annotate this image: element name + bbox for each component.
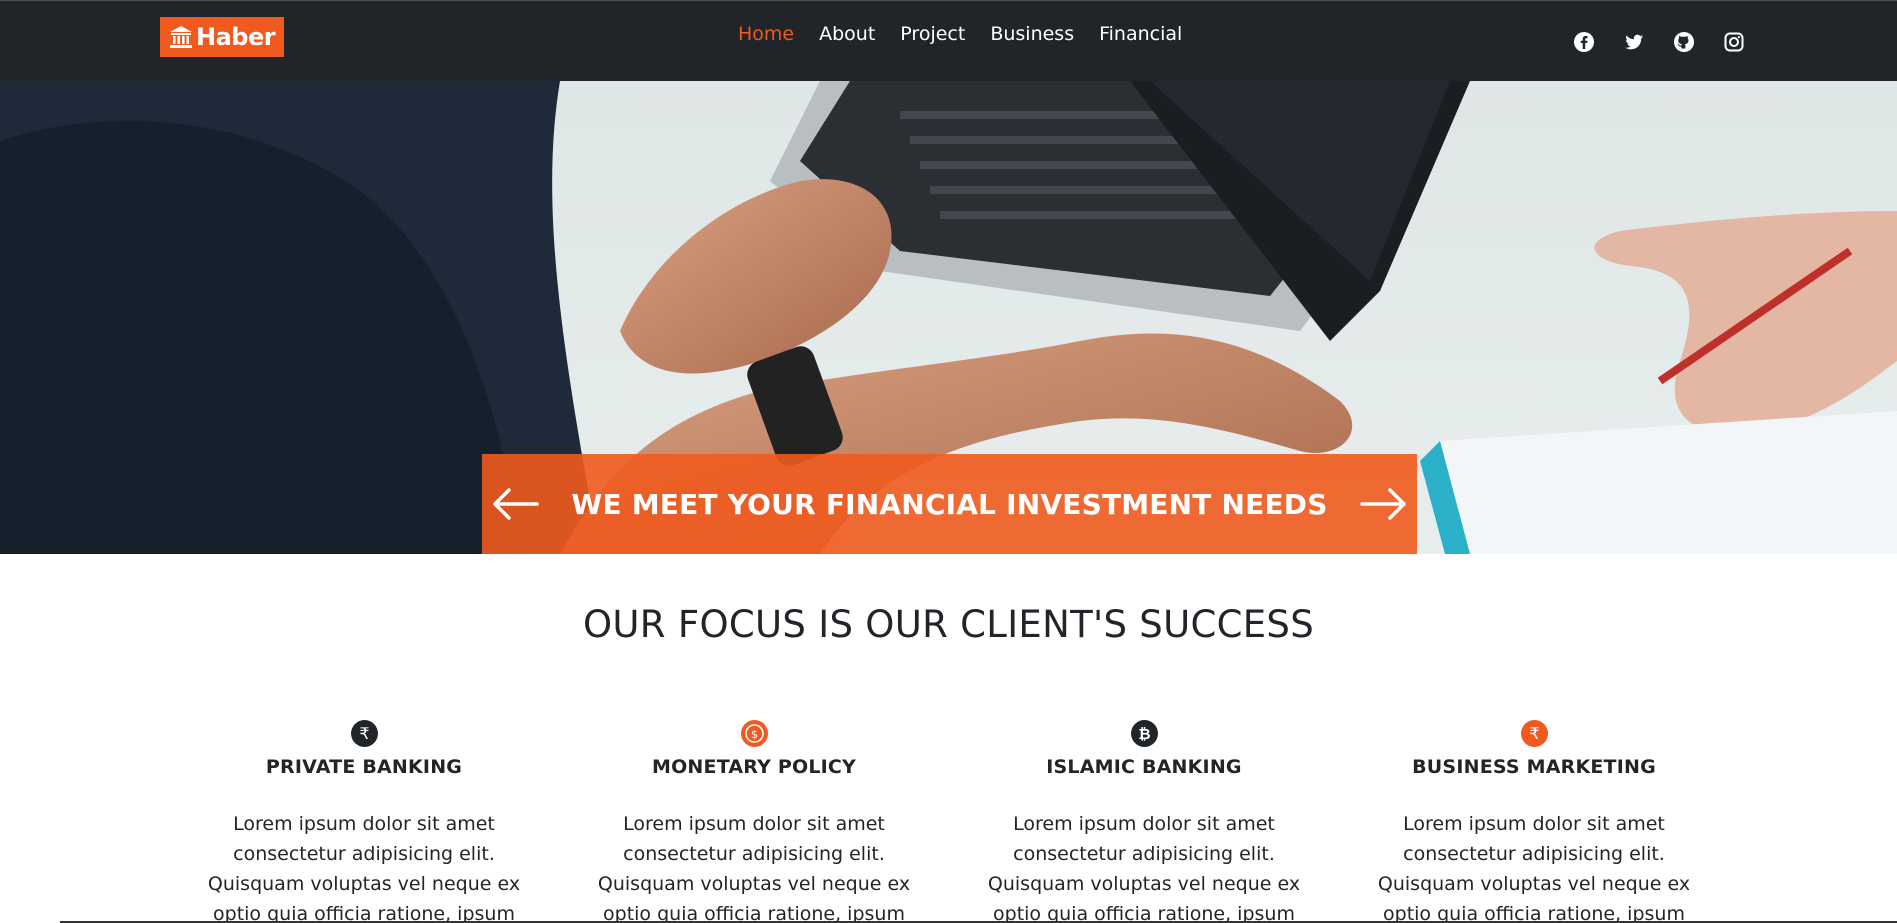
service-title: BUSINESS MARKETING — [1412, 756, 1656, 778]
service-description: Lorem ipsum dolor sit amet consectetur a… — [987, 813, 1301, 923]
nav-business[interactable]: Business — [990, 21, 1074, 47]
nav-home[interactable]: Home — [738, 21, 794, 47]
coin-dollar-icon: $ — [740, 720, 768, 747]
bank-icon — [170, 26, 192, 48]
brand-logo[interactable]: Haber — [160, 17, 285, 57]
service-title: ISLAMIC BANKING — [1046, 756, 1242, 778]
arrow-right-icon[interactable] — [1359, 488, 1408, 520]
nav-project[interactable]: Project — [900, 21, 965, 47]
svg-text:₹: ₹ — [1529, 724, 1539, 743]
hero-title: WE MEET YOUR FINANCIAL INVESTMENT NEEDS — [571, 487, 1328, 521]
brand-name: Haber — [196, 23, 276, 51]
svg-text:₿: ₿ — [1138, 725, 1150, 743]
svg-text:₹: ₹ — [359, 724, 369, 743]
twitter-icon[interactable] — [1623, 31, 1645, 53]
service-card: $ MONETARY POLICY Lorem ipsum dolor sit … — [559, 720, 949, 923]
navbar: Haber Home About Project Business Financ… — [0, 0, 1897, 81]
facebook-icon[interactable] — [1573, 31, 1595, 53]
social-links — [1573, 31, 1745, 53]
service-description: Lorem ipsum dolor sit amet consectetur a… — [207, 813, 521, 923]
nav-about[interactable]: About — [819, 21, 875, 47]
services-list: ₹ PRIVATE BANKING Lorem ipsum dolor sit … — [169, 720, 1729, 923]
service-card: ₹ BUSINESS MARKETING Lorem ipsum dolor s… — [1339, 720, 1729, 923]
service-card: ₹ PRIVATE BANKING Lorem ipsum dolor sit … — [169, 720, 559, 923]
arrow-left-icon[interactable] — [491, 488, 540, 520]
instagram-icon[interactable] — [1723, 31, 1745, 53]
section-title: OUR FOCUS IS OUR CLIENT'S SUCCESS — [582, 603, 1314, 646]
service-title: PRIVATE BANKING — [265, 756, 463, 778]
rupee-icon: ₹ — [1520, 720, 1548, 747]
service-card: ₿ ISLAMIC BANKING Lorem ipsum dolor sit … — [949, 720, 1339, 923]
service-title: MONETARY POLICY — [651, 756, 857, 778]
github-icon[interactable] — [1673, 31, 1695, 53]
bitcoin-icon: ₿ — [1130, 720, 1158, 747]
hero-banner: WE MEET YOUR FINANCIAL INVESTMENT NEEDS — [482, 454, 1417, 554]
service-description: Lorem ipsum dolor sit amet consectetur a… — [1377, 813, 1691, 923]
hero-carousel: WE MEET YOUR FINANCIAL INVESTMENT NEEDS — [0, 81, 1897, 554]
rupee-icon: ₹ — [350, 720, 378, 747]
svg-text:$: $ — [751, 728, 758, 741]
nav-financial[interactable]: Financial — [1099, 21, 1182, 47]
service-description: Lorem ipsum dolor sit amet consectetur a… — [597, 813, 911, 923]
main-nav: Home About Project Business Financial — [738, 21, 1182, 47]
